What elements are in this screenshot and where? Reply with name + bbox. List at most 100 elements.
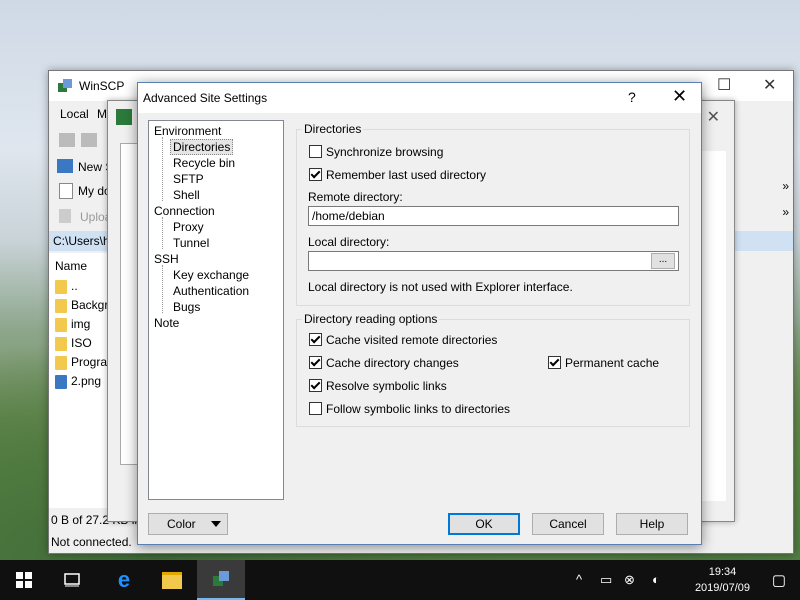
compare-icon[interactable] bbox=[59, 133, 75, 147]
reading-group-title: Directory reading options bbox=[302, 312, 440, 326]
remote-directory-input[interactable]: /home/debian bbox=[308, 206, 679, 226]
list-item[interactable]: .. bbox=[55, 279, 78, 297]
local-directory-note: Local directory is not used with Explore… bbox=[308, 280, 573, 294]
directories-group: Directories Synchronize browsing Remembe… bbox=[296, 122, 690, 306]
sync-icon[interactable] bbox=[81, 133, 97, 147]
menu-local[interactable]: Local bbox=[60, 107, 89, 121]
cache-visited-checkbox[interactable]: Cache visited remote directories bbox=[309, 333, 497, 347]
checkbox-box bbox=[309, 356, 322, 369]
remote-directory-label: Remote directory: bbox=[308, 190, 403, 204]
clock-date: 2019/07/09 bbox=[694, 582, 750, 594]
tree-item-authentication[interactable]: Authentication bbox=[173, 284, 249, 298]
help-icon[interactable]: ? bbox=[628, 89, 636, 105]
dropdown-arrow-icon bbox=[211, 521, 221, 527]
tree-item-key-exchange[interactable]: Key exchange bbox=[173, 268, 249, 282]
local-file-list[interactable]: Name .. Backgr img ISO Progra 2.png bbox=[49, 253, 114, 508]
checkbox-box bbox=[309, 333, 322, 346]
color-button[interactable]: Color bbox=[148, 513, 228, 535]
task-view-button[interactable] bbox=[48, 560, 96, 600]
list-item[interactable]: img bbox=[55, 317, 90, 335]
task-view-icon bbox=[64, 573, 80, 587]
tree-line bbox=[162, 265, 163, 313]
winscp-app-icon bbox=[58, 79, 72, 92]
winscp-app-icon bbox=[213, 571, 229, 586]
taskbar: e ^ ▭ ⊗ ◐ 19:34 2019/07/09 ▢ bbox=[0, 560, 800, 600]
checkbox-box bbox=[309, 379, 322, 392]
list-item[interactable]: Progra bbox=[55, 355, 107, 373]
local-directory-label: Local directory: bbox=[308, 235, 390, 249]
browse-button[interactable]: ... bbox=[651, 253, 675, 269]
edge-button[interactable]: e bbox=[100, 560, 148, 600]
folder-icon bbox=[55, 355, 67, 370]
volume-muted-icon[interactable]: ⊗ bbox=[624, 572, 635, 588]
winscp-taskbar-button[interactable] bbox=[197, 560, 245, 600]
new-session-icon bbox=[57, 159, 73, 173]
tree-item-environment[interactable]: Environment bbox=[154, 124, 221, 138]
edge-icon: e bbox=[117, 567, 131, 592]
tree-item-recycle-bin[interactable]: Recycle bin bbox=[173, 156, 235, 170]
ok-button[interactable]: OK bbox=[448, 513, 520, 535]
tree-item-connection[interactable]: Connection bbox=[154, 204, 215, 218]
dialog-title-bar: Advanced Site Settings ? ✕ bbox=[138, 83, 701, 113]
checkbox-box bbox=[309, 145, 322, 158]
settings-tree[interactable]: Environment Directories Recycle bin SFTP… bbox=[148, 120, 284, 500]
network-icon[interactable]: ▭ bbox=[600, 572, 612, 588]
folder-icon bbox=[55, 317, 67, 332]
my-documents-dropdown[interactable]: My do bbox=[78, 184, 111, 198]
chevron-right-icon[interactable]: » bbox=[782, 179, 789, 193]
menu-mark[interactable]: M bbox=[97, 107, 107, 121]
image-file-icon bbox=[55, 374, 67, 389]
local-directory-input[interactable] bbox=[308, 251, 679, 271]
checkbox-box bbox=[309, 168, 322, 181]
tree-item-note[interactable]: Note bbox=[154, 316, 179, 330]
parent-dir-icon bbox=[55, 279, 67, 294]
column-header-name[interactable]: Name bbox=[55, 259, 87, 273]
cancel-button[interactable]: Cancel bbox=[532, 513, 604, 535]
clock[interactable]: 19:34 2019/07/09 bbox=[695, 564, 750, 596]
tree-item-sftp[interactable]: SFTP bbox=[173, 172, 204, 186]
close-icon[interactable]: ✕ bbox=[707, 107, 720, 127]
folder-icon bbox=[55, 336, 67, 351]
maximize-icon[interactable]: ☐ bbox=[717, 75, 731, 95]
start-button[interactable] bbox=[0, 560, 48, 600]
chevron-up-icon[interactable]: ^ bbox=[576, 572, 582, 587]
tree-item-tunnel[interactable]: Tunnel bbox=[173, 236, 209, 250]
dialog-title: Advanced Site Settings bbox=[143, 91, 268, 105]
file-explorer-button[interactable] bbox=[148, 560, 196, 600]
windows-logo-icon bbox=[16, 572, 32, 588]
tree-line bbox=[162, 217, 163, 249]
checkbox-box bbox=[548, 356, 561, 369]
tree-item-proxy[interactable]: Proxy bbox=[173, 220, 204, 234]
night-light-icon[interactable]: ◐ bbox=[652, 572, 660, 587]
tree-item-bugs[interactable]: Bugs bbox=[173, 300, 200, 314]
follow-links-checkbox[interactable]: Follow symbolic links to directories bbox=[309, 402, 510, 416]
chevron-right-icon[interactable]: » bbox=[782, 205, 789, 219]
folder-icon bbox=[55, 298, 67, 313]
resolve-links-checkbox[interactable]: Resolve symbolic links bbox=[309, 379, 447, 393]
tree-item-ssh[interactable]: SSH bbox=[154, 252, 179, 266]
list-item[interactable]: ISO bbox=[55, 336, 92, 354]
folder-icon bbox=[162, 571, 182, 589]
documents-icon bbox=[59, 183, 73, 199]
close-icon[interactable]: ✕ bbox=[763, 75, 776, 95]
checkbox-box bbox=[309, 402, 322, 415]
cache-changes-checkbox[interactable]: Cache directory changes bbox=[309, 356, 459, 370]
close-icon[interactable]: ✕ bbox=[672, 86, 687, 107]
help-button[interactable]: Help bbox=[616, 513, 688, 535]
directories-group-title: Directories bbox=[302, 122, 364, 136]
tree-item-shell[interactable]: Shell bbox=[173, 188, 200, 202]
sync-browsing-checkbox[interactable]: Synchronize browsing bbox=[309, 145, 443, 159]
permanent-cache-checkbox[interactable]: Permanent cache bbox=[548, 356, 659, 370]
directory-reading-group: Directory reading options Cache visited … bbox=[296, 312, 690, 427]
remember-last-dir-checkbox[interactable]: Remember last used directory bbox=[309, 168, 486, 182]
notifications-icon[interactable]: ▢ bbox=[772, 571, 786, 589]
list-item[interactable]: Backgr bbox=[55, 298, 108, 316]
clock-time: 19:34 bbox=[708, 566, 737, 578]
tree-line bbox=[162, 137, 163, 201]
advanced-site-settings-dialog: Advanced Site Settings ? ✕ Environment D… bbox=[137, 82, 702, 545]
login-app-icon bbox=[116, 109, 132, 125]
main-window-title: WinSCP bbox=[79, 79, 125, 93]
list-item[interactable]: 2.png bbox=[55, 374, 101, 392]
tree-item-directories[interactable]: Directories bbox=[170, 139, 234, 155]
upload-icon bbox=[59, 209, 71, 223]
